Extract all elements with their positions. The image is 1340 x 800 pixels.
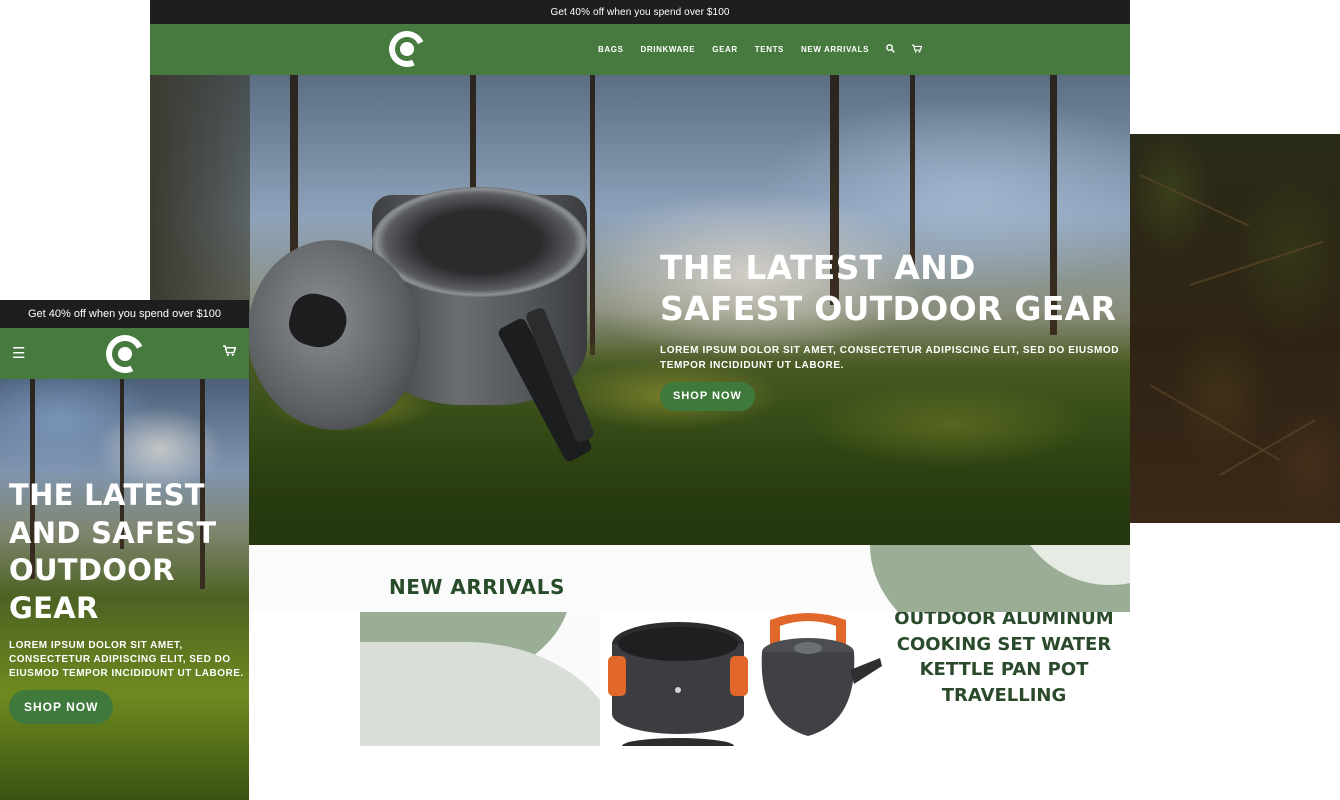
mobile-announcement-text: Get 40% off when you spend over $100: [27, 308, 222, 320]
nav-link-new-arrivals[interactable]: NEW ARRIVALS: [801, 45, 869, 54]
announcement-bar: Get 40% off when you spend over $100: [150, 0, 1130, 24]
mobile-preview: Get 40% off when you spend over $100 ☰ T…: [0, 300, 249, 800]
mobile-announcement-bar: Get 40% off when you spend over $100: [0, 300, 249, 328]
new-arrivals-title: NEW ARRIVALS: [389, 575, 565, 599]
nav-link-drinkware[interactable]: DRINKWARE: [641, 45, 696, 54]
mobile-hero-subtitle: LOREM IPSUM DOLOR SIT AMET, CONSECTETUR …: [9, 640, 244, 679]
nav-link-tents[interactable]: TENTS: [755, 45, 784, 54]
mobile-hero-title: THE LATEST AND SAFEST OUTDOOR GEAR: [9, 478, 217, 625]
mobile-brand-logo-icon[interactable]: [100, 329, 150, 379]
nav-link-gear[interactable]: GEAR: [712, 45, 738, 54]
product-name[interactable]: OUTDOOR ALUMINUM COOKING SET WATER KETTL…: [890, 612, 1118, 709]
hamburger-menu-icon[interactable]: ☰: [12, 344, 25, 362]
mobile-cart-icon[interactable]: [223, 344, 237, 359]
hero-title: THE LATEST AND SAFEST OUTDOOR GEAR: [660, 248, 1117, 328]
shop-now-button[interactable]: SHOP NOW: [660, 382, 755, 411]
search-icon[interactable]: [886, 43, 895, 56]
brand-logo-icon[interactable]: [383, 25, 431, 73]
announcement-text: Get 40% off when you spend over $100: [550, 6, 730, 18]
new-arrivals-header: NEW ARRIVALS: [250, 545, 1130, 612]
nav-links: BAGS DRINKWARE GEAR TENTS NEW ARRIVALS: [598, 24, 923, 75]
decorative-blob: [360, 612, 600, 746]
product-image[interactable]: [600, 612, 890, 746]
cart-icon[interactable]: [912, 44, 923, 56]
top-navigation: BAGS DRINKWARE GEAR TENTS NEW ARRIVALS: [150, 24, 1130, 75]
mobile-hero-banner: THE LATEST AND SAFEST OUTDOOR GEAR LOREM…: [0, 379, 249, 800]
nav-link-bags[interactable]: BAGS: [598, 45, 624, 54]
mobile-shop-now-button[interactable]: SHOP NOW: [9, 690, 114, 724]
hero-banner: THE LATEST AND SAFEST OUTDOOR GEAR LOREM…: [150, 75, 1130, 545]
desktop-preview: Get 40% off when you spend over $100 BAG…: [150, 0, 1130, 612]
mobile-navigation: ☰: [0, 328, 249, 379]
product-row: OUTDOOR ALUMINUM COOKING SET WATER KETTL…: [360, 612, 1130, 746]
forest-background-panel: [1130, 134, 1340, 523]
hero-subtitle: LOREM IPSUM DOLOR SIT AMET, CONSECTETUR …: [660, 345, 1120, 371]
